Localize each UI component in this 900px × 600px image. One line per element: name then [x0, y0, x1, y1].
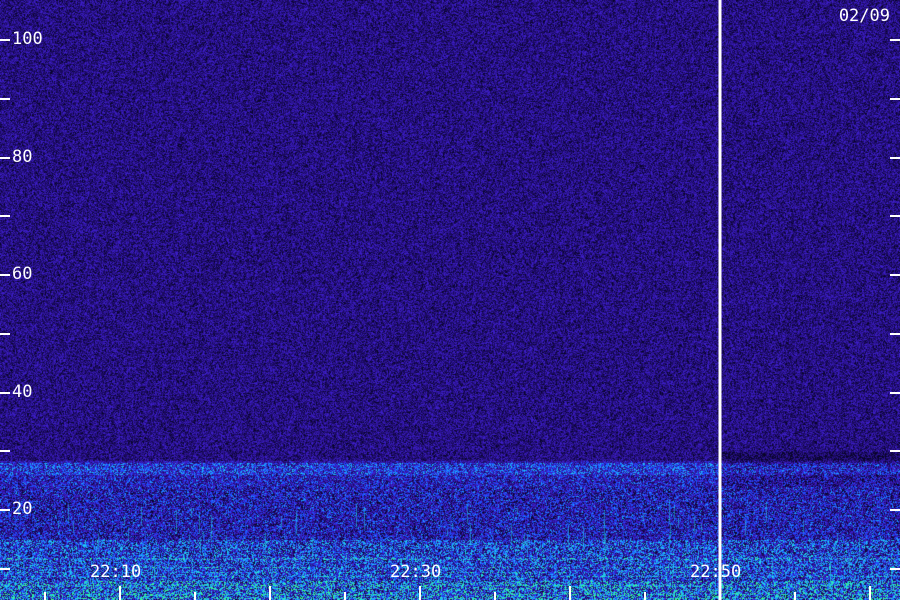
y-tick-label: 80	[12, 147, 33, 167]
y-tick-label: 60	[12, 264, 33, 284]
spectrogram-chart: 02/09 100 80 60 40 20 22:10 22:30 22:50	[0, 0, 900, 600]
x-tick-label: 22:30	[390, 562, 442, 582]
y-tick-label: 20	[12, 499, 33, 519]
y-tick-label: 40	[12, 382, 33, 402]
axis-overlay	[0, 0, 900, 600]
y-tick-label: 100	[12, 29, 43, 49]
date-label: 02/09	[838, 6, 890, 26]
x-tick-label: 22:50	[690, 562, 742, 582]
x-tick-label: 22:10	[90, 562, 142, 582]
